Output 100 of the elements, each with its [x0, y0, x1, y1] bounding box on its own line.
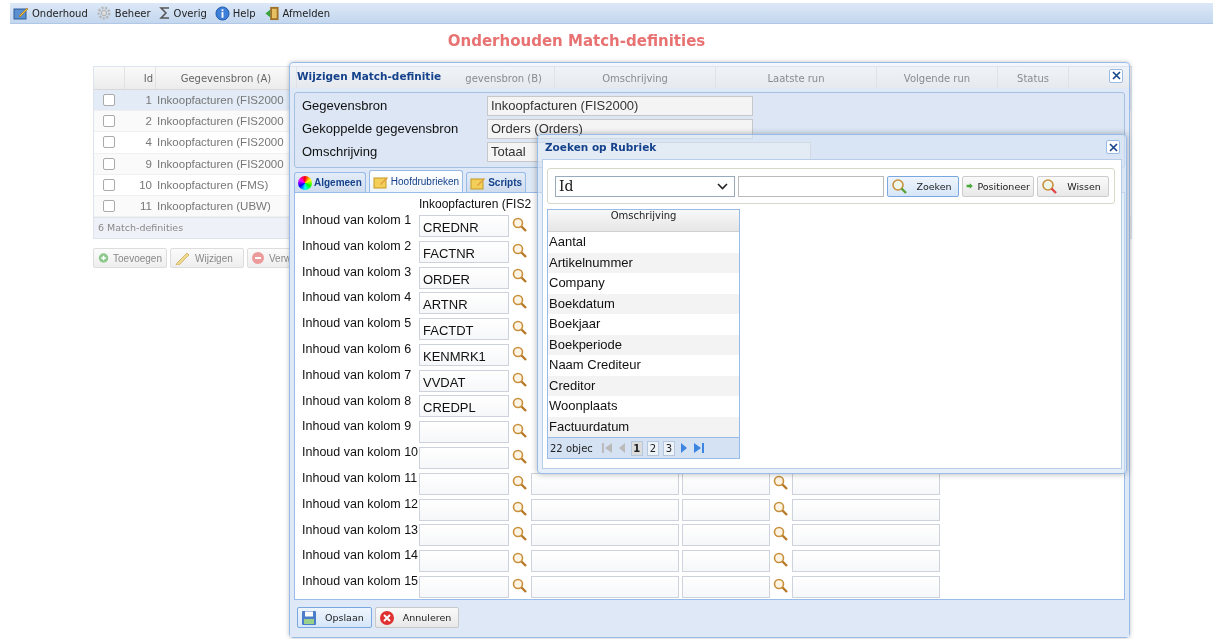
input-field[interactable]	[682, 524, 770, 547]
search-icon[interactable]	[773, 474, 789, 491]
minus-icon	[251, 251, 265, 266]
search-icon[interactable]	[512, 216, 528, 233]
search-icon[interactable]	[512, 449, 528, 466]
menu-item[interactable]: Onderhoud	[10, 6, 91, 20]
table-cell-text: 2	[144, 114, 153, 130]
search-icon[interactable]	[773, 526, 789, 543]
search-icon[interactable]	[512, 294, 528, 311]
search-icon[interactable]	[512, 397, 528, 414]
search-icon[interactable]	[512, 320, 528, 337]
gear-icon	[95, 6, 112, 20]
input-field[interactable]: FACTDT	[419, 318, 509, 341]
input-field[interactable]: ARTNR	[419, 292, 509, 315]
dropdown[interactable]: Id	[555, 175, 735, 197]
input-field[interactable]	[419, 524, 509, 547]
column-header[interactable]: Omschrijving	[548, 210, 739, 232]
menu-item[interactable]: Help	[211, 5, 259, 21]
search-button[interactable]: Wissen	[1037, 175, 1109, 197]
search-icon[interactable]	[512, 268, 528, 285]
input-field[interactable]	[419, 498, 509, 521]
dialog-button[interactable]: Opslaan	[297, 607, 372, 628]
input-field[interactable]	[531, 472, 679, 495]
list-item[interactable]: Boekdatum	[548, 293, 739, 314]
input-field[interactable]	[792, 524, 940, 547]
search-icon[interactable]	[512, 552, 528, 569]
input-field[interactable]: Orders (Orders)	[487, 118, 753, 139]
column-header[interactable]: Id	[125, 67, 156, 89]
search-icon[interactable]	[512, 500, 528, 517]
search-icon[interactable]	[773, 500, 789, 517]
input-field[interactable]	[419, 472, 509, 495]
input-field[interactable]	[792, 498, 940, 521]
input-field[interactable]	[682, 576, 770, 599]
input-field[interactable]	[531, 576, 679, 599]
input-field[interactable]	[682, 472, 770, 495]
search-icon[interactable]	[512, 526, 528, 543]
list-item[interactable]: Company	[548, 273, 739, 294]
search-icon[interactable]	[773, 578, 789, 595]
input-field[interactable]	[792, 472, 940, 495]
table-cell-text: Inkoopfacturen (FIS2000	[156, 93, 284, 109]
search-button[interactable]: Zoeken	[887, 175, 959, 197]
menu-item[interactable]: Beheer	[92, 6, 154, 20]
input-field[interactable]	[792, 576, 940, 599]
next-page-icon[interactable]	[678, 442, 689, 454]
list-item[interactable]: Naam Crediteur	[548, 355, 739, 376]
input-field[interactable]: KENMRK1	[419, 343, 509, 366]
search-icon[interactable]	[512, 242, 528, 259]
first-page-icon[interactable]	[600, 442, 613, 454]
list-item[interactable]: Factuurdatum	[548, 416, 739, 437]
list-item[interactable]: Creditor	[548, 375, 739, 396]
checkbox[interactable]	[103, 200, 115, 213]
input-field[interactable]	[682, 550, 770, 573]
input-field[interactable]: CREDPL	[419, 395, 509, 418]
checkbox[interactable]	[103, 94, 115, 107]
search-icon[interactable]	[512, 578, 528, 595]
list-item[interactable]: Woonplaats	[548, 396, 739, 417]
input-field[interactable]	[419, 550, 509, 573]
search-icon[interactable]	[512, 474, 528, 491]
menu-item[interactable]: Afmelden	[260, 5, 334, 21]
tab[interactable]: Hoofdrubrieken	[368, 170, 464, 192]
search-icon[interactable]	[773, 552, 789, 569]
search-field[interactable]	[738, 175, 884, 197]
checkbox[interactable]	[103, 136, 115, 149]
input-field[interactable]: CREDNR	[419, 214, 509, 237]
search-icon[interactable]	[512, 371, 528, 388]
dialog-button[interactable]: Annuleren	[374, 607, 460, 628]
input-field[interactable]	[419, 576, 509, 599]
page-title: Onderhouden Match-definities	[446, 31, 707, 51]
last-page-icon[interactable]	[692, 442, 705, 454]
checkbox[interactable]	[103, 157, 115, 170]
input-field[interactable]: FACTNR	[419, 240, 509, 263]
search-icon[interactable]	[512, 345, 528, 362]
input-field[interactable]	[531, 550, 679, 573]
list-item[interactable]: Boekperiode	[548, 334, 739, 355]
input-field[interactable]: ORDER	[419, 266, 509, 289]
page-button[interactable]: 1	[630, 440, 643, 456]
search-icon[interactable]	[512, 423, 528, 440]
page-button[interactable]: 2	[646, 440, 659, 456]
table-cell-text: 4	[144, 135, 153, 151]
input-field[interactable]	[419, 421, 509, 444]
input-field[interactable]	[419, 447, 509, 470]
item-count: 22 objec	[550, 442, 593, 454]
menu-item[interactable]: Overig	[155, 6, 210, 20]
close-button[interactable]	[1106, 140, 1120, 154]
input-field[interactable]	[531, 524, 679, 547]
checkbox[interactable]	[103, 115, 115, 128]
tab[interactable]: Scripts	[466, 172, 527, 192]
list-item[interactable]: Boekjaar	[548, 314, 739, 335]
checkbox[interactable]	[103, 178, 115, 191]
tab[interactable]: Algemeen	[294, 172, 366, 192]
table-cell-text: 11	[139, 199, 153, 215]
input-field[interactable]	[792, 550, 940, 573]
input-field[interactable]: Inkoopfacturen (FIS2000)	[487, 95, 753, 116]
list-item[interactable]: Artikelnummer	[548, 252, 739, 273]
input-field[interactable]	[682, 498, 770, 521]
page-button[interactable]: 3	[662, 440, 675, 456]
plus-icon	[98, 251, 110, 266]
input-field[interactable]: VVDAT	[419, 369, 509, 392]
search-button[interactable]: Positioneer	[962, 175, 1034, 197]
input-field[interactable]	[531, 498, 679, 521]
